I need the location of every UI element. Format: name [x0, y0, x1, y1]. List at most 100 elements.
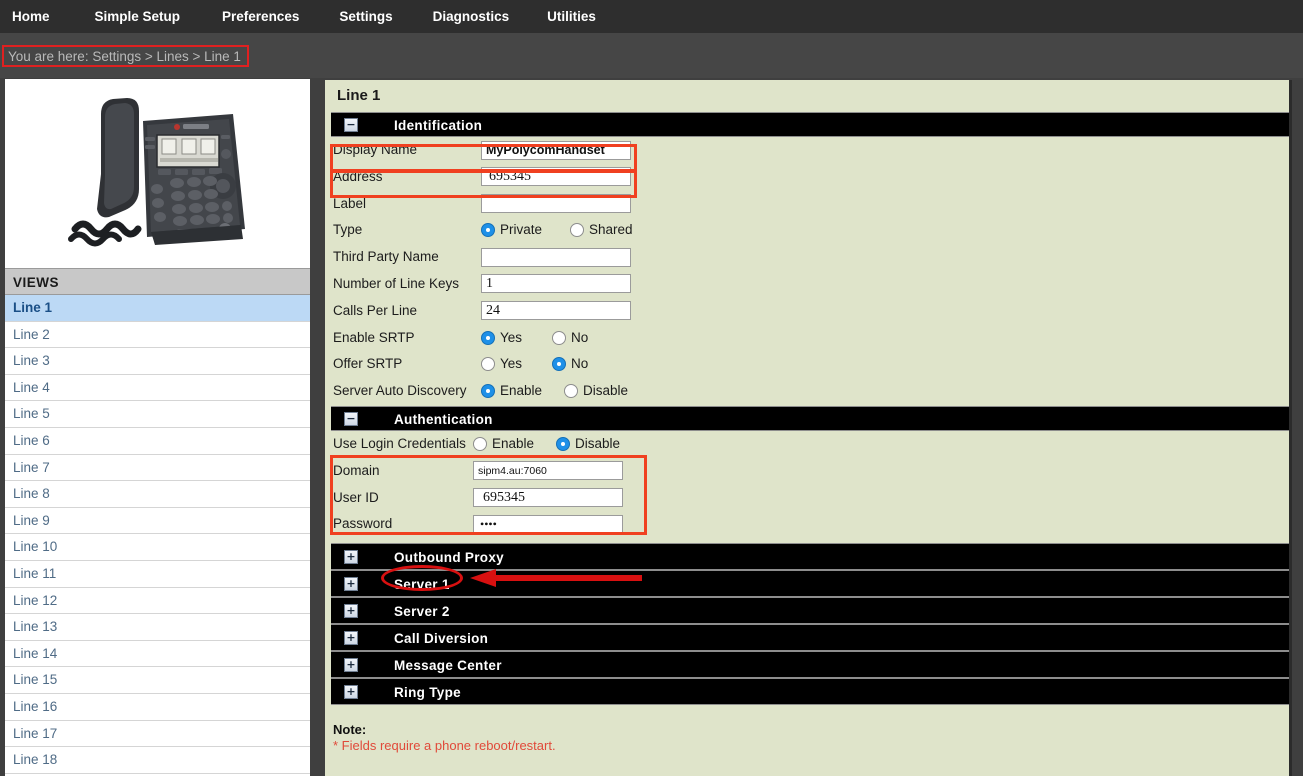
sidebar: VIEWS Line 1 Line 2 Line 3 Line 4 Line 5…: [5, 79, 310, 776]
sidebar-item-line-5[interactable]: Line 5: [5, 401, 310, 428]
page-title: Line 1: [325, 80, 1289, 112]
label-calls-per-line: Calls Per Line: [333, 298, 417, 325]
expand-plus-icon[interactable]: +: [344, 604, 358, 618]
label-user-id: User ID: [333, 485, 379, 512]
note-block: Note: * Fields require a phone reboot/re…: [333, 722, 833, 754]
field-row-calls-per-line: Calls Per Line: [325, 298, 1289, 325]
sidebar-item-line-11[interactable]: Line 11: [5, 561, 310, 588]
section-header-ring-type[interactable]: + Ring Type: [331, 678, 1289, 705]
sidebar-item-line-12[interactable]: Line 12: [5, 588, 310, 615]
sidebar-item-line-1[interactable]: Line 1: [5, 295, 310, 322]
label-use-login-credentials: Use Login Credentials: [333, 431, 466, 458]
sidebar-item-line-17[interactable]: Line 17: [5, 721, 310, 748]
label-address: Address: [333, 164, 383, 191]
expand-plus-icon[interactable]: +: [344, 550, 358, 564]
label-label: Label: [333, 191, 366, 218]
enable-srtp-yes-radio[interactable]: [481, 331, 495, 345]
sidebar-item-line-7[interactable]: Line 7: [5, 455, 310, 482]
field-row-third-party-name: Third Party Name: [325, 244, 1289, 271]
section-header-authentication[interactable]: − Authentication: [331, 406, 1289, 431]
label-offer-srtp: Offer SRTP: [333, 351, 402, 378]
server-auto-discovery-disable-label[interactable]: Disable: [583, 383, 628, 398]
offer-srtp-no-radio[interactable]: [552, 357, 566, 371]
nav-item-simple-setup[interactable]: Simple Setup: [95, 0, 181, 33]
use-login-credentials-radio-group: Enable Disable: [473, 431, 648, 458]
section-header-outbound-proxy[interactable]: + Outbound Proxy: [331, 543, 1289, 570]
label-password: Password: [333, 511, 392, 538]
sidebar-item-line-14[interactable]: Line 14: [5, 641, 310, 668]
type-shared-label[interactable]: Shared: [589, 222, 633, 237]
expand-plus-icon[interactable]: +: [344, 577, 358, 591]
nav-item-utilities[interactable]: Utilities: [547, 0, 596, 33]
offer-srtp-yes-label[interactable]: Yes: [500, 356, 522, 371]
number-of-line-keys-input[interactable]: [481, 274, 631, 293]
type-private-radio[interactable]: [481, 223, 495, 237]
sidebar-item-line-16[interactable]: Line 16: [5, 694, 310, 721]
nav-item-home[interactable]: Home: [12, 0, 50, 33]
sidebar-item-line-3[interactable]: Line 3: [5, 348, 310, 375]
sidebar-item-line-6[interactable]: Line 6: [5, 428, 310, 455]
domain-input[interactable]: [473, 461, 623, 480]
offer-srtp-no-label[interactable]: No: [571, 356, 588, 371]
label-enable-srtp: Enable SRTP: [333, 325, 415, 352]
use-login-credentials-enable-radio[interactable]: [473, 437, 487, 451]
use-login-credentials-disable-label[interactable]: Disable: [575, 436, 620, 451]
section-header-identification[interactable]: − Identification: [331, 112, 1289, 137]
nav-item-preferences[interactable]: Preferences: [222, 0, 299, 33]
type-shared-radio[interactable]: [570, 223, 584, 237]
enable-srtp-no-radio[interactable]: [552, 331, 566, 345]
polycom-phone-illustration: [5, 79, 310, 268]
section-title-authentication: Authentication: [394, 407, 493, 432]
offer-srtp-yes-radio[interactable]: [481, 357, 495, 371]
collapse-minus-icon[interactable]: −: [344, 412, 358, 426]
server-auto-discovery-enable-radio[interactable]: [481, 384, 495, 398]
expand-plus-icon[interactable]: +: [344, 631, 358, 645]
field-row-domain: Domain: [325, 458, 1289, 485]
field-row-use-login-credentials: Use Login Credentials Enable Disable: [325, 431, 1289, 458]
section-header-server-2[interactable]: + Server 2: [331, 597, 1289, 624]
field-row-display-name: Display Name: [325, 137, 1289, 164]
sidebar-item-line-4[interactable]: Line 4: [5, 375, 310, 402]
server-auto-discovery-disable-radio[interactable]: [564, 384, 578, 398]
section-title-server-1: Server 1: [394, 571, 450, 598]
phone-product-image: [5, 79, 310, 268]
sidebar-item-line-13[interactable]: Line 13: [5, 614, 310, 641]
breadcrumb: You are here: Settings > Lines > Line 1: [2, 45, 249, 67]
calls-per-line-input[interactable]: [481, 301, 631, 320]
identification-fields: Display Name Address Label Type PrivateS…: [325, 137, 1289, 405]
use-login-credentials-disable-radio[interactable]: [556, 437, 570, 451]
enable-srtp-no-label[interactable]: No: [571, 330, 588, 345]
expand-plus-icon[interactable]: +: [344, 685, 358, 699]
sidebar-item-line-8[interactable]: Line 8: [5, 481, 310, 508]
enable-srtp-yes-label[interactable]: Yes: [500, 330, 522, 345]
views-header: VIEWS: [5, 268, 310, 295]
section-title-ring-type: Ring Type: [394, 679, 461, 706]
sidebar-item-line-18[interactable]: Line 18: [5, 747, 310, 774]
sidebar-item-line-10[interactable]: Line 10: [5, 534, 310, 561]
use-login-credentials-enable-label[interactable]: Enable: [492, 436, 534, 451]
enable-srtp-radio-group: Yes No: [481, 325, 616, 352]
type-private-label[interactable]: Private: [500, 222, 542, 237]
authentication-fields: Use Login Credentials Enable Disable Doma…: [325, 431, 1289, 538]
field-row-label: Label: [325, 191, 1289, 218]
section-title-outbound-proxy: Outbound Proxy: [394, 544, 504, 571]
server-auto-discovery-enable-label[interactable]: Enable: [500, 383, 542, 398]
sidebar-item-line-2[interactable]: Line 2: [5, 322, 310, 349]
section-header-message-center[interactable]: + Message Center: [331, 651, 1289, 678]
nav-item-settings[interactable]: Settings: [339, 0, 392, 33]
label-display-name: Display Name: [333, 137, 417, 164]
password-input[interactable]: [473, 515, 623, 534]
expand-plus-icon[interactable]: +: [344, 658, 358, 672]
third-party-name-input[interactable]: [481, 248, 631, 267]
display-name-input[interactable]: [481, 141, 631, 160]
label-input[interactable]: [481, 194, 631, 213]
field-row-type: Type PrivateShared: [325, 217, 1289, 244]
sidebar-item-line-9[interactable]: Line 9: [5, 508, 310, 535]
user-id-input[interactable]: [473, 488, 623, 507]
nav-item-diagnostics[interactable]: Diagnostics: [433, 0, 510, 33]
section-header-server-1[interactable]: + Server 1: [331, 570, 1289, 597]
section-header-call-diversion[interactable]: + Call Diversion: [331, 624, 1289, 651]
address-input[interactable]: [481, 167, 631, 186]
collapse-minus-icon[interactable]: −: [344, 118, 358, 132]
sidebar-item-line-15[interactable]: Line 15: [5, 667, 310, 694]
